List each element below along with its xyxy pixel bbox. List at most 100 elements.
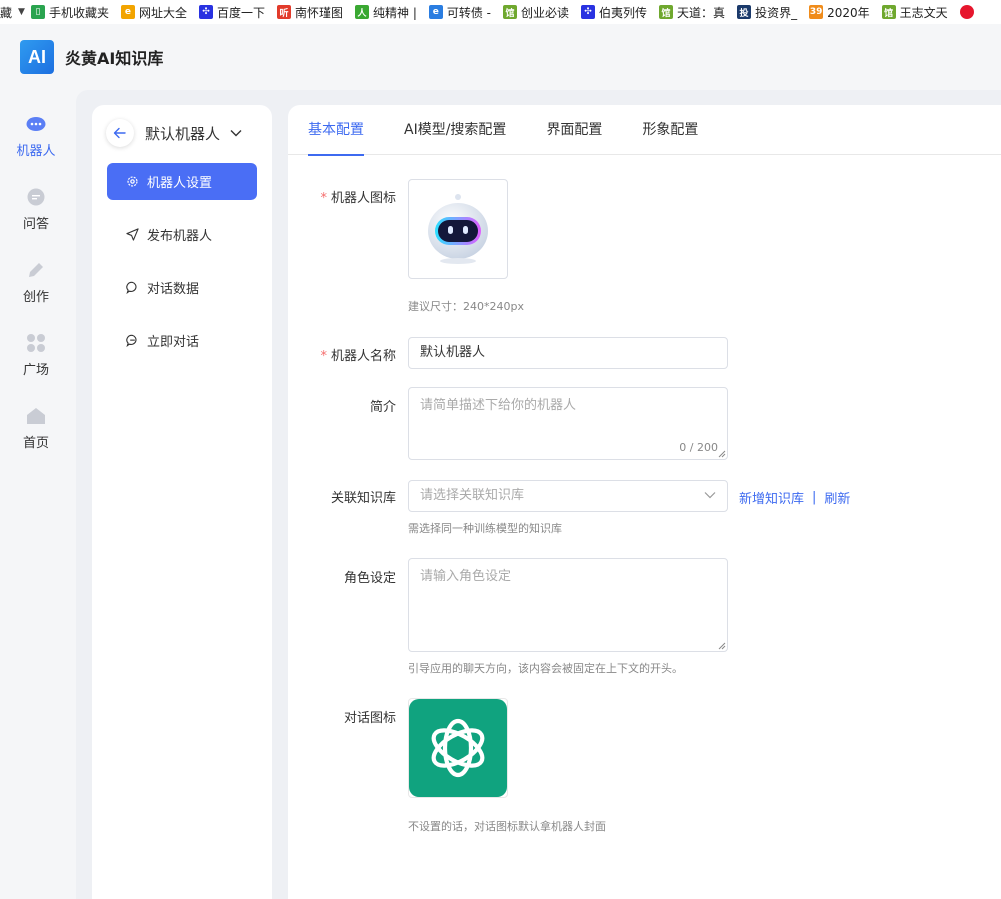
bookmark-label: 手机收藏夹 [48, 5, 109, 20]
tab-basic[interactable]: 基本配置 [308, 105, 364, 156]
robot-avatar-image [428, 194, 488, 264]
bookmark-item[interactable]: ▯ 手机收藏夹 [30, 4, 109, 21]
guan-icon: 馆 [503, 5, 518, 19]
nav-label: 广场 [22, 363, 49, 378]
label-text: 机器人名称 [330, 349, 396, 364]
menu-item-chat-data[interactable]: 对话数据 [107, 269, 257, 306]
bot-name: 默认机器人 [145, 124, 221, 143]
bookmark-label: 投资界_ [755, 5, 798, 20]
tab-ui[interactable]: 界面配置 [546, 105, 602, 155]
bookmark-label: 网址大全 [138, 5, 187, 20]
grid-icon [26, 333, 46, 353]
resize-handle-icon[interactable] [718, 450, 726, 458]
bookmark-label: 百度一下 [216, 5, 265, 20]
chevron-down-icon [704, 492, 716, 499]
role-hint: 引导应用的聊天方向，该内容会被固定在上下文的开头。 [408, 662, 683, 675]
app-logo[interactable]: AI [20, 40, 54, 74]
field-label-chat-icon: 对话图标 [343, 711, 396, 726]
bookmark-label: 创业必读 [521, 5, 570, 20]
bot-sidebar: 默认机器人 机器人设置 发布机器人 对话数据 立即对话 [92, 105, 272, 899]
chevron-down-icon[interactable] [230, 126, 242, 141]
bookmark-item[interactable]: ✣ 百度一下 [198, 4, 265, 21]
role-textarea[interactable]: 请输入角色设定 [408, 558, 728, 652]
bookmark-label: 可转债 - [446, 5, 492, 20]
robot-icon [26, 114, 46, 134]
bookmark-item[interactable]: 人纯精神 | [355, 4, 417, 21]
weibo-icon[interactable] [959, 5, 974, 19]
bookmark-item[interactable]: e 网址大全 [120, 4, 187, 21]
icon-size-hint: 建议尺寸：240*240px [408, 300, 524, 313]
arrow-left-icon [113, 127, 126, 139]
home-icon [26, 406, 46, 426]
required-mark: * [320, 349, 327, 364]
globe-icon: e [120, 5, 135, 19]
bookmark-item[interactable]: 听南怀瑾图 [276, 4, 343, 21]
nav-item-home[interactable]: 首页 [0, 382, 72, 455]
field-label-name: * 机器人名称 [288, 345, 396, 364]
bookmark-item[interactable]: 馆王志文天 [881, 4, 948, 21]
bookmark-label: 纯精神 | [373, 5, 417, 20]
app-header: AI 炎黄AI知识库 [0, 24, 1001, 90]
tab-avatar[interactable]: 形象配置 [642, 105, 698, 155]
e-icon: e [428, 5, 443, 19]
nav-item-robot[interactable]: 机器人 [0, 90, 72, 163]
figure-icon: 人 [355, 5, 369, 19]
bookmark-label: 王志文天 [899, 5, 948, 20]
field-label-kb: 关联知识库 [330, 491, 396, 506]
char-counter: 0 / 200 [679, 441, 718, 454]
bookmark-item[interactable]: 投投资界_ [737, 4, 797, 21]
bookmark-item[interactable]: 馆创业必读 [503, 4, 569, 21]
link-separator: | [812, 490, 817, 505]
nav-label: 机器人 [16, 144, 56, 159]
bookmark-item[interactable]: 39 2020年 [809, 4, 870, 21]
intro-textarea[interactable]: 请简单描述下给你的机器人 0 / 200 [408, 387, 728, 460]
nav-item-create[interactable]: 创作 [0, 236, 72, 309]
bookmark-item[interactable]: 馆天道：真 [659, 4, 725, 21]
openai-logo-icon [409, 699, 507, 797]
field-label-intro: 简介 [369, 400, 396, 415]
robot-icon-upload[interactable] [408, 179, 508, 279]
bookmarks-dropdown-caret[interactable]: ▼ [18, 7, 25, 17]
label-text: 机器人图标 [330, 191, 396, 206]
role-placeholder: 请输入角色设定 [420, 569, 512, 584]
robot-name-input[interactable]: 默认机器人 [408, 337, 728, 369]
bookmarks-bar: 藏 ▼ ▯ 手机收藏夹 e 网址大全 ✣ 百度一下听南怀瑾图人纯精神 | e 可转债 - 馆创业… [0, 0, 1001, 24]
kb-hint: 需选择同一种训练模型的知识库 [408, 522, 562, 535]
comment-icon [125, 281, 139, 295]
bookmark-item[interactable]: e 可转债 - [428, 4, 492, 21]
bookmark-item[interactable]: ✣ 伯夷列传 [581, 4, 647, 21]
menu-item-label: 机器人设置 [147, 176, 213, 191]
nav-label: 首页 [22, 436, 49, 451]
field-label-role: 角色设定 [343, 571, 396, 586]
menu-item-chat-now[interactable]: 立即对话 [107, 322, 257, 359]
chat-bubble-icon [26, 187, 46, 207]
intro-placeholder: 请简单描述下给你的机器人 [420, 398, 577, 413]
send-icon [125, 228, 139, 242]
back-button[interactable] [106, 119, 134, 147]
chat-icon-upload[interactable] [408, 698, 508, 798]
tab-ai-model[interactable]: AI模型/搜索配置 [404, 105, 506, 155]
bookmark-label: 天道：真 [677, 5, 726, 20]
number-icon: 39 [809, 5, 824, 19]
kb-select[interactable]: 请选择关联知识库 [408, 480, 728, 512]
bot-selector[interactable]: 默认机器人 [106, 119, 242, 147]
nav-item-qa[interactable]: 问答 [0, 163, 72, 236]
field-label-icon: * 机器人图标 [288, 187, 396, 206]
menu-item-publish-bot[interactable]: 发布机器人 [107, 216, 257, 253]
left-nav: 机器人 问答 创作 广场 首页 [0, 90, 72, 899]
kb-actions: 新增知识库 | 刷新 [739, 488, 850, 507]
add-kb-link[interactable]: 新增知识库 [739, 488, 804, 507]
resize-handle-icon[interactable] [718, 642, 726, 650]
nav-label: 创作 [22, 290, 49, 305]
mobile-icon: ▯ [30, 5, 45, 19]
gear-icon [125, 175, 139, 189]
settings-tabs: 基本配置 AI模型/搜索配置 界面配置 形象配置 [288, 105, 1001, 156]
refresh-link[interactable]: 刷新 [824, 488, 850, 507]
tou-icon: 投 [737, 5, 752, 19]
menu-item-bot-settings[interactable]: 机器人设置 [107, 163, 257, 200]
nav-item-square[interactable]: 广场 [0, 309, 72, 382]
bookmark-truncated[interactable]: 藏 [0, 4, 12, 21]
bookmark-label: 伯夷列传 [599, 5, 648, 20]
baidu-paw-icon: ✣ [198, 5, 213, 19]
settings-panel: 基本配置 AI模型/搜索配置 界面配置 形象配置 * 机器人图标 建议尺寸：240… [288, 105, 1001, 899]
